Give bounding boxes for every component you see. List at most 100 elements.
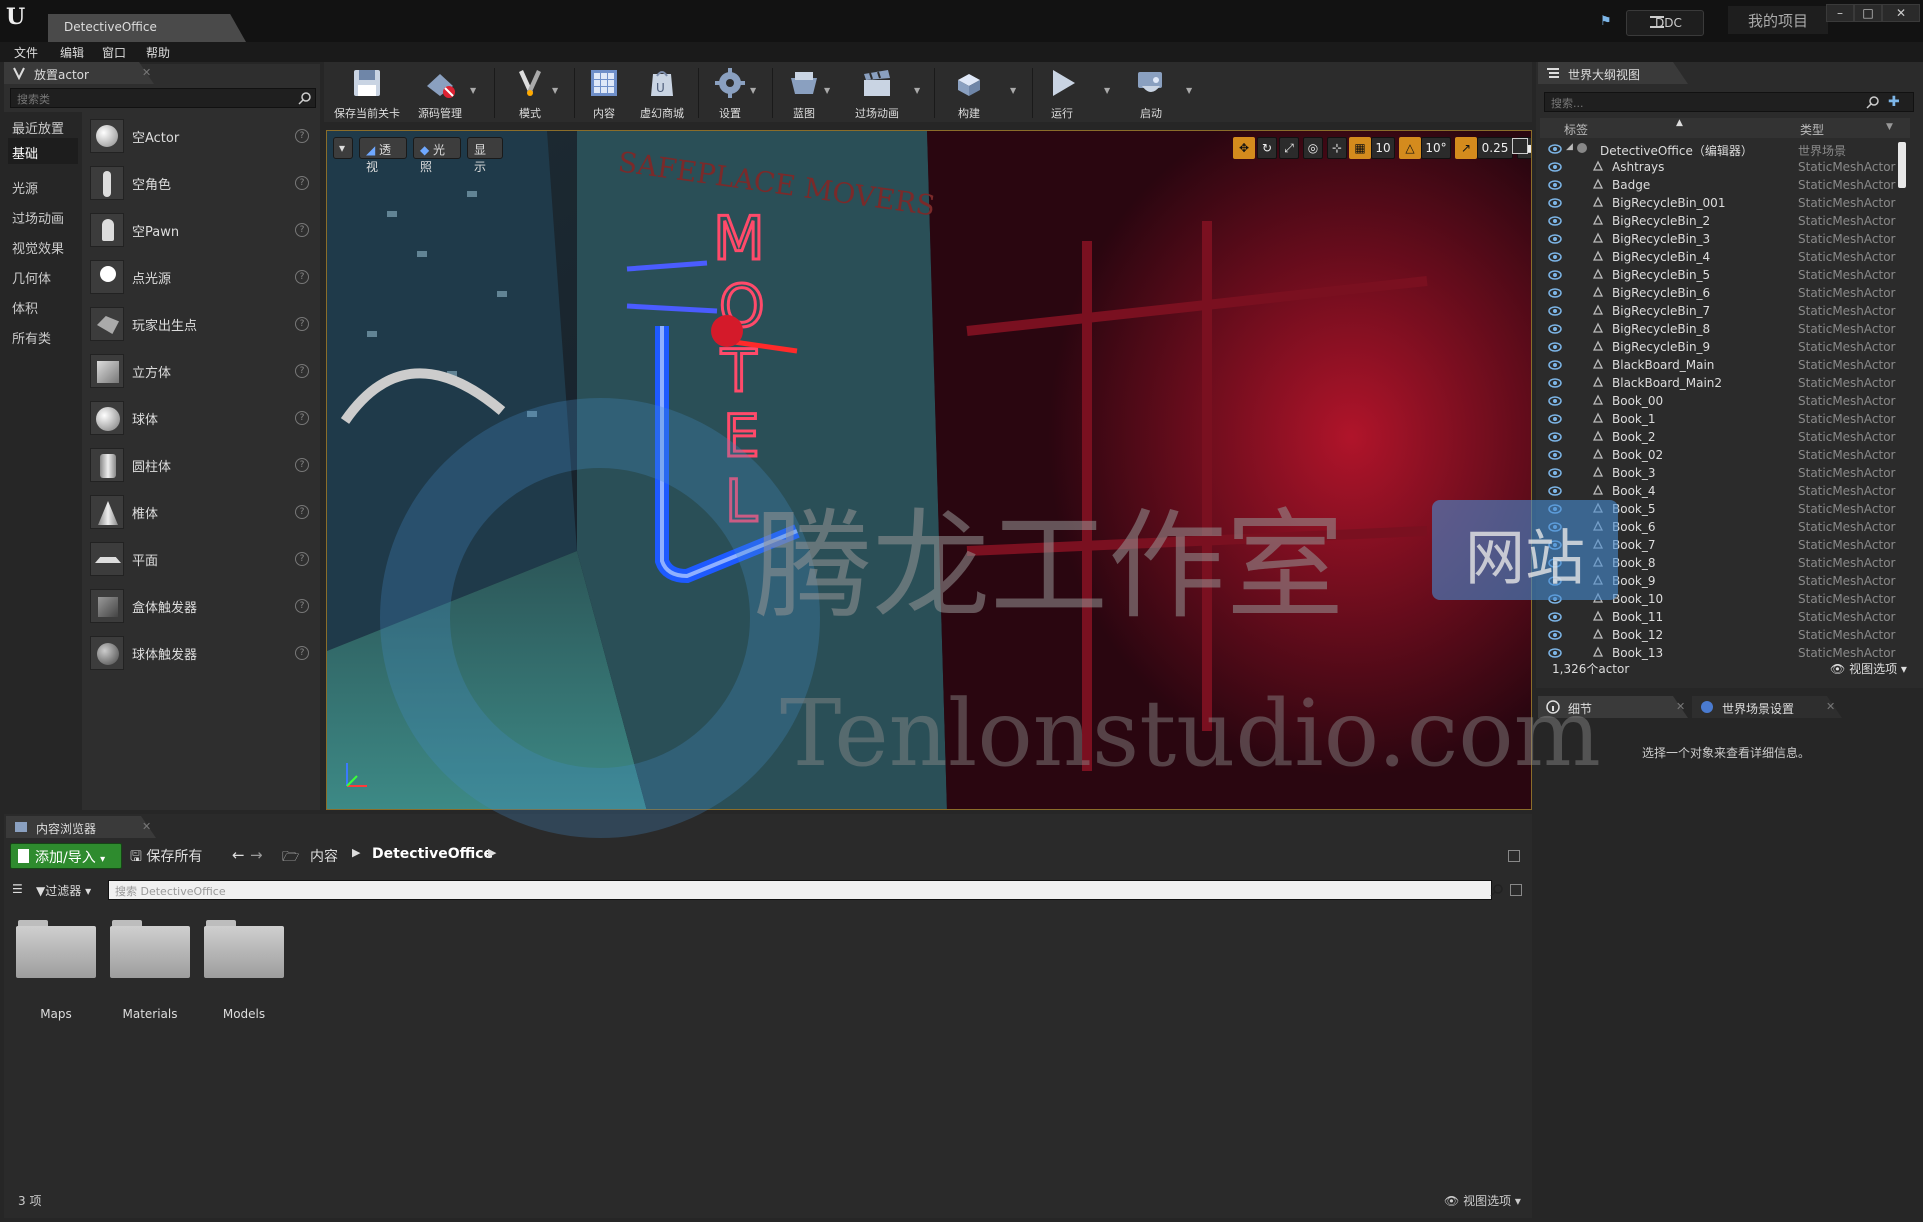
viewport-options-dropdown[interactable]: ▾: [333, 137, 353, 159]
perspective-button[interactable]: ◢ 透视: [359, 137, 407, 174]
help-icon[interactable]: ?: [295, 458, 309, 472]
visibility-eye-icon[interactable]: [1548, 323, 1562, 334]
visibility-eye-icon[interactable]: [1548, 467, 1562, 478]
visibility-eye-icon[interactable]: [1548, 413, 1562, 424]
content-browser-tab[interactable]: 内容浏览器: [6, 816, 156, 838]
menu-help[interactable]: 帮助: [146, 44, 170, 61]
actor-item-sphere-trigger[interactable]: 球体触发器 ?: [82, 633, 320, 679]
outliner-row[interactable]: BigRecycleBin_001 StaticMeshActor: [1540, 194, 1896, 212]
column-label[interactable]: 标签: [1564, 121, 1588, 138]
help-icon[interactable]: ?: [295, 646, 309, 660]
actor-item-empty-pawn[interactable]: 空Pawn ?: [82, 210, 320, 256]
surface-snap-icon[interactable]: ⊹: [1327, 137, 1347, 159]
outliner-row[interactable]: BigRecycleBin_3 StaticMeshActor: [1540, 230, 1896, 248]
help-icon[interactable]: ?: [295, 411, 309, 425]
help-icon[interactable]: ?: [295, 552, 309, 566]
visibility-eye-icon[interactable]: [1548, 359, 1562, 370]
help-icon[interactable]: ?: [295, 223, 309, 237]
actor-item-empty-actor[interactable]: 空Actor ?: [82, 116, 320, 162]
visibility-eye-icon[interactable]: [1548, 611, 1562, 622]
visibility-eye-icon[interactable]: [1548, 431, 1562, 442]
minimize-button[interactable]: –: [1826, 4, 1854, 22]
actor-item-empty-character[interactable]: 空角色 ?: [82, 163, 320, 209]
outliner-row[interactable]: Book_1 StaticMeshActor: [1540, 410, 1896, 428]
expand-arrow-icon[interactable]: ◢: [1566, 142, 1573, 152]
outliner-row[interactable]: BigRecycleBin_7 StaticMeshActor: [1540, 302, 1896, 320]
help-icon[interactable]: ?: [295, 176, 309, 190]
outliner-row[interactable]: BigRecycleBin_8 StaticMeshActor: [1540, 320, 1896, 338]
outliner-row[interactable]: BigRecycleBin_4 StaticMeshActor: [1540, 248, 1896, 266]
grid-snap-icon[interactable]: ▦: [1349, 137, 1371, 159]
show-button[interactable]: 显示: [467, 137, 503, 174]
visibility-eye-icon[interactable]: [1548, 215, 1562, 226]
maximize-button[interactable]: □: [1854, 4, 1882, 22]
launch-button[interactable]: 启动: [1124, 66, 1178, 122]
add-import-button[interactable]: 添加/导入 ▾: [10, 843, 122, 869]
outliner-row[interactable]: BlackBoard_Main2 StaticMeshActor: [1540, 374, 1896, 392]
sources-toggle-icon[interactable]: ☰: [12, 882, 23, 896]
save-all-button[interactable]: 🖫 保存所有: [130, 846, 202, 870]
help-icon[interactable]: ?: [295, 129, 309, 143]
my-project-button[interactable]: 我的项目: [1728, 6, 1828, 34]
translate-tool-icon[interactable]: ✥: [1233, 137, 1255, 159]
menu-file[interactable]: 文件: [14, 44, 38, 61]
help-icon[interactable]: ?: [295, 505, 309, 519]
create-folder-icon[interactable]: ✚: [1888, 94, 1904, 110]
folder-materials-label[interactable]: Materials: [110, 1007, 190, 1021]
visibility-eye-icon[interactable]: [1548, 161, 1562, 172]
column-type[interactable]: 类型: [1800, 121, 1824, 138]
folder-maps-label[interactable]: Maps: [16, 1007, 96, 1021]
folder-models-label[interactable]: Models: [204, 1007, 284, 1021]
maximize-viewport-icon[interactable]: [1512, 138, 1528, 154]
outliner-row[interactable]: Badge StaticMeshActor: [1540, 176, 1896, 194]
save-level-button[interactable]: 保存当前关卡: [330, 66, 404, 122]
folder-open-icon[interactable]: 🗁: [282, 846, 299, 870]
cinematics-dropdown-icon[interactable]: ▼: [914, 86, 920, 95]
outliner-row[interactable]: BigRecycleBin_9 StaticMeshActor: [1540, 338, 1896, 356]
world-settings-tab-close-icon[interactable]: ✕: [1826, 700, 1835, 713]
lock-icon[interactable]: [1508, 850, 1520, 862]
folder-models[interactable]: [204, 918, 284, 978]
visibility-eye-icon[interactable]: [1548, 395, 1562, 406]
category-basic[interactable]: 基础: [8, 138, 78, 164]
content-view-options-button[interactable]: 👁 视图选项 ▾: [1444, 1192, 1521, 1209]
save-search-icon[interactable]: [1510, 884, 1522, 896]
category-volumes[interactable]: 体积: [12, 298, 38, 317]
actor-item-plane[interactable]: 平面 ?: [82, 539, 320, 585]
outliner-row[interactable]: BigRecycleBin_5 StaticMeshActor: [1540, 266, 1896, 284]
outliner-row[interactable]: BigRecycleBin_6 StaticMeshActor: [1540, 284, 1896, 302]
category-lights[interactable]: 光源: [12, 178, 38, 197]
help-icon[interactable]: ?: [295, 270, 309, 284]
place-actors-tab[interactable]: 放置actor: [4, 62, 154, 84]
modes-button[interactable]: 模式: [502, 66, 558, 122]
outliner-row[interactable]: Book_2 StaticMeshActor: [1540, 428, 1896, 446]
forward-arrow-icon[interactable]: →: [250, 846, 263, 864]
visibility-eye-icon[interactable]: [1548, 233, 1562, 244]
outliner-row[interactable]: Book_00 StaticMeshActor: [1540, 392, 1896, 410]
visibility-eye-icon[interactable]: [1548, 305, 1562, 316]
visibility-eye-icon[interactable]: [1548, 629, 1562, 640]
launch-dropdown-icon[interactable]: ▼: [1186, 86, 1192, 95]
details-tab-close-icon[interactable]: ✕: [1676, 700, 1685, 713]
scale-tool-icon[interactable]: ⤢: [1279, 137, 1299, 159]
rotation-snap-icon[interactable]: △: [1399, 137, 1421, 159]
category-visual-effects[interactable]: 视觉效果: [12, 238, 64, 257]
cinematics-button[interactable]: 过场动画: [844, 66, 910, 122]
modes-dropdown-icon[interactable]: ▼: [552, 86, 558, 95]
help-icon[interactable]: ?: [295, 317, 309, 331]
help-icon[interactable]: ?: [295, 599, 309, 613]
world-outliner-tab[interactable]: 世界大纲视图: [1538, 62, 1688, 84]
play-button[interactable]: 运行: [1040, 66, 1084, 122]
play-dropdown-icon[interactable]: ▼: [1104, 86, 1110, 95]
visibility-eye-icon[interactable]: [1548, 143, 1562, 154]
actor-item-point-light[interactable]: 点光源 ?: [82, 257, 320, 303]
breadcrumb-content[interactable]: 内容: [310, 846, 338, 866]
visibility-eye-icon[interactable]: [1548, 287, 1562, 298]
place-tab-close-icon[interactable]: ✕: [142, 66, 151, 79]
source-control-dropdown-icon[interactable]: ▼: [470, 86, 476, 95]
scale-snap-icon[interactable]: ↗: [1455, 137, 1477, 159]
marketplace-button[interactable]: U 虚幻商城: [634, 66, 690, 122]
outliner-root-row[interactable]: ◢ DetectiveOffice（编辑器） 世界场景: [1540, 140, 1896, 158]
outliner-scrollbar[interactable]: [1898, 142, 1906, 188]
column-options-icon[interactable]: ▼: [1886, 122, 1893, 132]
